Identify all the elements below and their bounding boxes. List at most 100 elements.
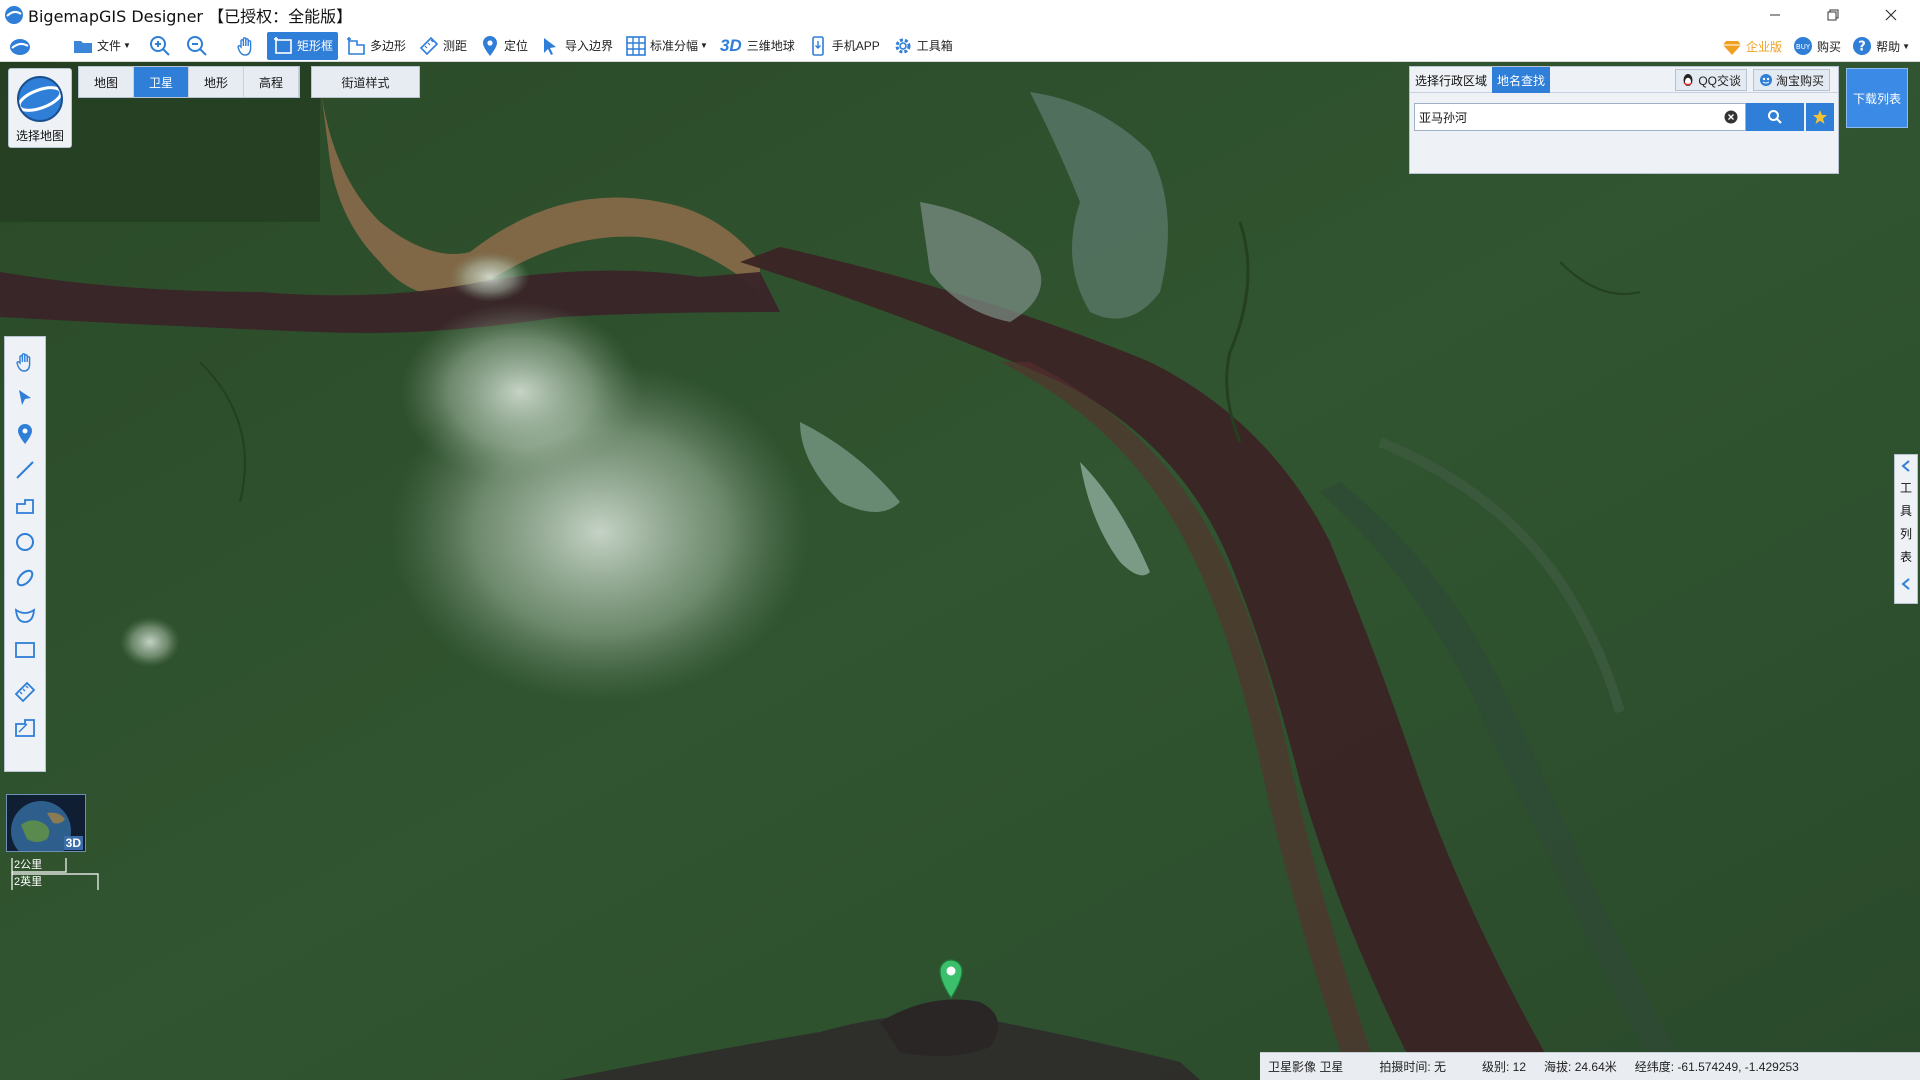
minimize-icon — [1770, 14, 1780, 16]
close-button[interactable] — [1862, 0, 1920, 30]
bigemap-logo-icon — [5, 6, 23, 24]
taobao-buy-button[interactable]: 淘宝购买 — [1752, 69, 1830, 91]
pan-tool[interactable] — [8, 345, 42, 379]
standard-sheet-button[interactable]: 标准分幅 ▼ — [620, 32, 713, 60]
tab-satellite[interactable]: 卫星 — [134, 67, 189, 97]
street-style-button[interactable]: 街道样式 — [311, 66, 420, 98]
folder-icon — [74, 40, 92, 53]
scale-imperial: 2英里 — [14, 876, 43, 888]
polygon-select-button[interactable]: 多边形 — [340, 32, 411, 60]
buy-button[interactable]: BUY 购买 — [1788, 32, 1845, 60]
file-menu-label: 文件 — [97, 39, 122, 53]
phone-icon — [811, 35, 824, 56]
mobile-app-button[interactable]: 手机APP — [802, 32, 885, 60]
zoom-in-button[interactable] — [144, 32, 179, 60]
tool-list-panel-toggle[interactable]: 工 具 列 表 — [1894, 454, 1918, 604]
capture-time: 拍摄时间: 无 — [1379, 1060, 1447, 1074]
measure-area-tool[interactable] — [8, 711, 42, 745]
zoom-out-button[interactable] — [181, 32, 216, 60]
altitude: 海拔: 24.64米 — [1544, 1060, 1617, 1074]
globe-3d-label: 三维地球 — [746, 39, 795, 53]
qq-chat-button[interactable]: QQ交谈 — [1675, 69, 1747, 91]
chevron-left-icon — [1901, 578, 1910, 590]
minimize-button[interactable] — [1746, 0, 1804, 30]
circle-tool[interactable] — [8, 525, 42, 559]
help-menu[interactable]: ? 帮助 ▼ — [1847, 32, 1914, 60]
tool-list-char: 列 — [1900, 527, 1913, 541]
chevron-left-icon — [1901, 460, 1910, 472]
location-pin-icon — [482, 35, 497, 56]
coordinates: 经纬度: -61.574249, -1.429253 — [1634, 1060, 1799, 1074]
map-view[interactable]: 选择地图 地图 卫星 地形 高程 街道样式 选择行政区域 地名查找 QQ交谈 淘… — [0, 62, 1920, 1080]
3d-icon: 3D — [719, 35, 742, 55]
svg-text:BUY: BUY — [1796, 43, 1811, 51]
tool-list-char: 具 — [1900, 504, 1913, 518]
zoom-out-icon — [186, 35, 207, 56]
tab-elevation[interactable]: 高程 — [244, 67, 299, 97]
favorite-button[interactable] — [1806, 103, 1834, 131]
grid-icon — [626, 35, 646, 56]
diamond-icon — [1723, 41, 1742, 55]
satellite-imagery — [0, 62, 1920, 1080]
file-menu[interactable]: 文件 ▼ — [67, 32, 136, 60]
globe-icon — [17, 76, 63, 122]
map-source-selector[interactable]: 选择地图 — [8, 68, 72, 148]
polygon-tool[interactable] — [8, 489, 42, 523]
select-tool[interactable] — [8, 381, 42, 415]
area-ruler-icon — [15, 719, 35, 737]
measure-distance-tool[interactable] — [8, 675, 42, 709]
ellipse-icon — [16, 569, 34, 587]
buy-badge-icon: BUY — [1794, 37, 1813, 55]
ruler-icon — [419, 36, 439, 55]
map-type-tabs: 地图 卫星 地形 高程 — [78, 66, 300, 98]
rect-select-button[interactable]: 矩形框 — [266, 31, 338, 60]
restore-icon — [1827, 9, 1839, 21]
marker-tool[interactable] — [8, 417, 42, 451]
scale-bar: 2公里 2英里 — [8, 856, 100, 892]
circle-icon — [16, 533, 34, 551]
import-boundary-label: 导入边界 — [565, 39, 614, 53]
rectangle-tool[interactable] — [8, 633, 42, 667]
search-icon — [1768, 110, 1783, 124]
3d-globe-thumbnail[interactable]: 3D — [6, 794, 86, 852]
search-button[interactable] — [1746, 103, 1805, 131]
search-panel: 选择行政区域 地名查找 QQ交谈 淘宝购买 — [1409, 66, 1839, 174]
place-search-input[interactable] — [1414, 103, 1747, 131]
import-boundary-button[interactable]: 导入边界 — [535, 32, 618, 60]
zoom-in-icon — [149, 35, 170, 56]
tab-place-search[interactable]: 地名查找 — [1492, 67, 1551, 93]
polygon-icon — [16, 499, 34, 514]
globe-3d-button[interactable]: 3D 三维地球 — [715, 32, 800, 60]
line-tool[interactable] — [8, 453, 42, 487]
locate-label: 定位 — [503, 39, 528, 53]
arrow-cursor-icon — [19, 390, 31, 405]
restore-button[interactable] — [1804, 0, 1862, 30]
ellipse-tool[interactable] — [8, 561, 42, 595]
window-title: BigemapGIS Designer 【已授权：全能版】 — [28, 7, 353, 26]
enterprise-button[interactable]: 企业版 — [1717, 32, 1786, 60]
clear-icon[interactable] — [1724, 110, 1738, 124]
location-marker-icon[interactable] — [937, 957, 965, 999]
help-label: 帮助 — [1876, 39, 1901, 54]
tab-map[interactable]: 地图 — [79, 67, 134, 97]
cursor-import-icon — [544, 37, 556, 55]
tab-admin-region[interactable]: 选择行政区域 — [1410, 67, 1492, 93]
3d-badge: 3D — [63, 836, 83, 850]
help-icon: ? — [1853, 37, 1872, 55]
drawing-tools — [4, 336, 46, 772]
pan-button[interactable] — [230, 32, 265, 60]
qq-chat-label: QQ交谈 — [1698, 73, 1741, 88]
toolbox-button[interactable]: 工具箱 — [887, 32, 958, 60]
title-bar: BigemapGIS Designer 【已授权：全能版】 — [0, 0, 1920, 30]
location-pin-icon — [18, 424, 32, 444]
sector-tool[interactable] — [8, 597, 42, 631]
buy-label: 购买 — [1817, 39, 1842, 54]
svg-text:?: ? — [1858, 40, 1866, 55]
locate-button[interactable]: 定位 — [474, 32, 533, 60]
tab-terrain[interactable]: 地形 — [189, 67, 244, 97]
home-logo-button[interactable] — [4, 32, 39, 60]
tool-list-char: 工 — [1900, 481, 1913, 495]
chevron-down-icon: ▼ — [123, 41, 131, 50]
measure-button[interactable]: 测距 — [413, 32, 472, 60]
download-list-button[interactable]: 下载列表 — [1846, 68, 1908, 128]
